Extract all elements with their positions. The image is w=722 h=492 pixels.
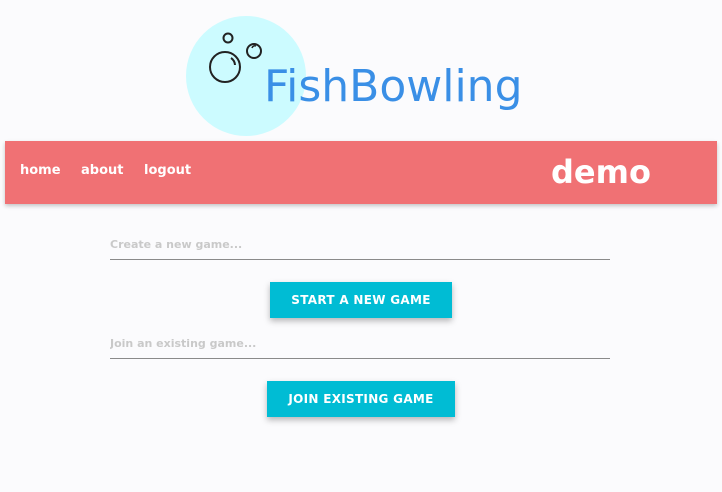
page: FishBowling home about logout demo START… xyxy=(0,0,722,492)
nav-link-logout[interactable]: logout xyxy=(144,163,191,178)
logo: FishBowling xyxy=(186,16,523,136)
logo-text: FishBowling xyxy=(264,61,523,112)
create-game-input[interactable] xyxy=(110,230,610,260)
navbar: home about logout demo xyxy=(5,141,717,204)
join-existing-game-button[interactable]: JOIN EXISTING GAME xyxy=(267,381,455,417)
nav-brand: demo xyxy=(551,153,651,191)
nav-link-about[interactable]: about xyxy=(81,163,123,178)
start-new-game-button[interactable]: START A NEW GAME xyxy=(270,282,452,318)
nav-link-home[interactable]: home xyxy=(20,163,61,178)
join-game-input[interactable] xyxy=(110,329,610,359)
